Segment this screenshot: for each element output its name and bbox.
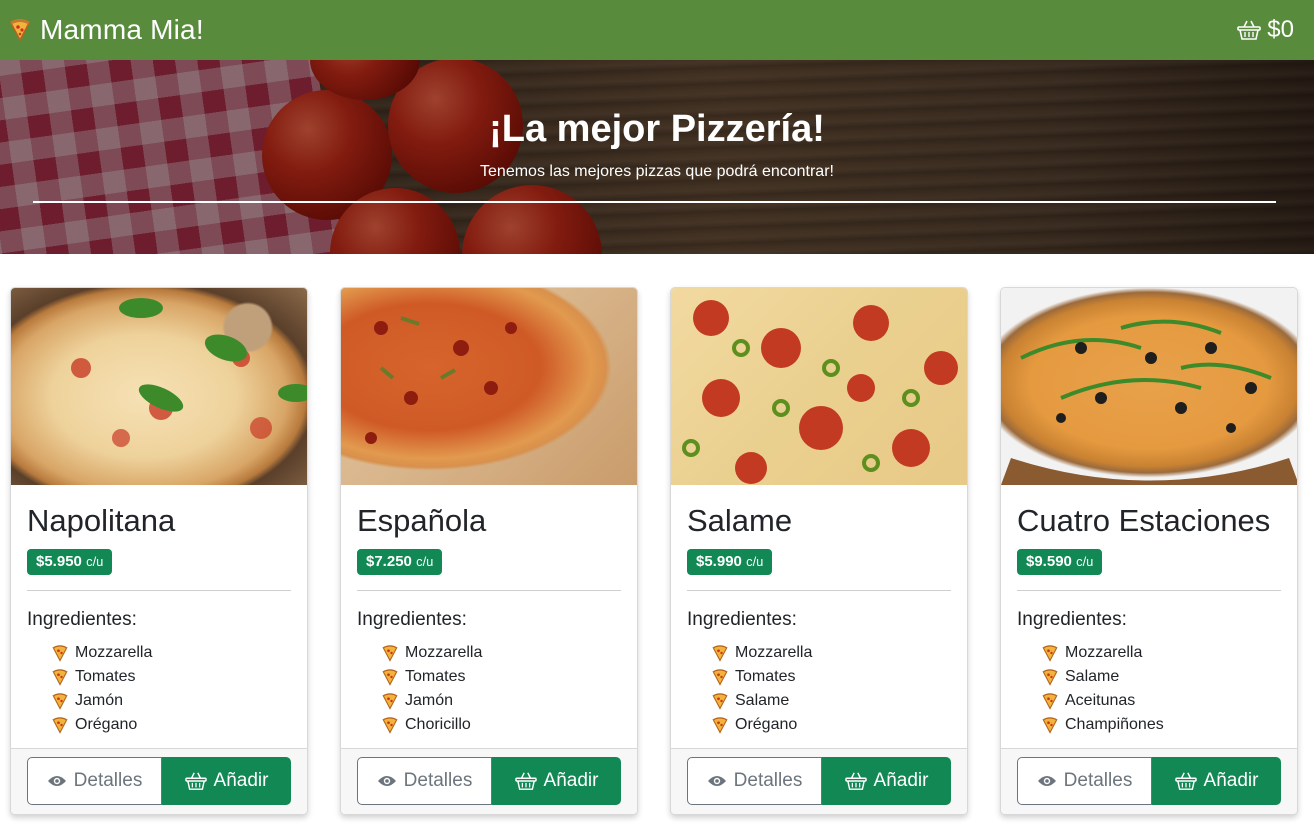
pizza-image	[11, 288, 307, 485]
ingredients-list: Mozzarella Salame Aceitunas Champiñones	[1017, 641, 1281, 737]
eye-icon	[1037, 776, 1056, 786]
card-divider	[27, 590, 291, 591]
pizza-slice-icon	[1042, 693, 1058, 710]
details-button[interactable]: Detalles	[687, 757, 822, 805]
price-badge: $5.990 c/u	[687, 549, 773, 575]
card-footer: Detalles Añadir	[671, 748, 967, 814]
eye-icon	[707, 776, 726, 786]
pizza-slice-icon	[712, 645, 728, 662]
ingredient-item: Choricillo	[381, 713, 621, 737]
pizza-slice-icon	[712, 669, 728, 686]
pizza-slice-icon	[1042, 669, 1058, 686]
ingredient-item: Champiñones	[1041, 713, 1281, 737]
pizza-slice-icon	[382, 693, 398, 710]
ingredient-item: Mozzarella	[1041, 641, 1281, 665]
pizza-slice-icon	[712, 717, 728, 734]
cart-total: $0	[1267, 16, 1294, 43]
ingredient-item: Mozzarella	[51, 641, 291, 665]
hero-divider	[33, 201, 1276, 203]
cart-button[interactable]: $0	[1237, 16, 1294, 44]
basket-icon	[844, 772, 867, 790]
brand-link[interactable]: Mamma Mia!	[8, 14, 204, 46]
pizza-slice-icon	[52, 693, 68, 710]
hero-title: ¡La mejor Pizzería!	[489, 108, 825, 150]
ingredient-item: Tomates	[381, 665, 621, 689]
basket-icon	[1237, 20, 1262, 40]
ingredients-list: Mozzarella Tomates Jamón Orégano	[27, 641, 291, 737]
pizza-grid: Napolitana $5.950 c/u Ingredientes: Mozz…	[10, 287, 1298, 815]
pizza-card: Española $7.250 c/u Ingredientes: Mozzar…	[340, 287, 638, 815]
basket-icon	[514, 772, 537, 790]
navbar: Mamma Mia! $0	[0, 0, 1314, 60]
ingredient-item: Tomates	[711, 665, 951, 689]
pizza-card: Napolitana $5.950 c/u Ingredientes: Mozz…	[10, 287, 308, 815]
pizza-image	[341, 288, 637, 485]
pizza-slice-icon	[9, 19, 31, 42]
add-to-cart-button[interactable]: Añadir	[162, 757, 291, 805]
ingredient-item: Jamón	[51, 689, 291, 713]
pizza-name: Cuatro Estaciones	[1017, 503, 1271, 538]
pizza-image	[671, 288, 967, 485]
ingredient-item: Orégano	[51, 713, 291, 737]
pizza-card: Cuatro Estaciones $9.590 c/u Ingrediente…	[1000, 287, 1298, 815]
basket-icon	[1174, 772, 1197, 790]
pizza-slice-icon	[382, 717, 398, 734]
add-to-cart-button[interactable]: Añadir	[822, 757, 951, 805]
card-divider	[1017, 590, 1281, 591]
card-divider	[687, 590, 951, 591]
pizza-name: Napolitana	[27, 503, 176, 538]
pizza-slice-icon	[52, 717, 68, 734]
hero-subtitle: Tenemos las mejores pizzas que podrá enc…	[480, 163, 834, 180]
pizza-slice-icon	[382, 669, 398, 686]
pizza-image	[1001, 288, 1297, 485]
basket-icon	[184, 772, 207, 790]
price-badge: $5.950 c/u	[27, 549, 113, 575]
details-button[interactable]: Detalles	[357, 757, 492, 805]
ingredients-heading: Ingredientes:	[27, 609, 137, 630]
ingredient-item: Tomates	[51, 665, 291, 689]
pizza-slice-icon	[1042, 717, 1058, 734]
brand-title: Mamma Mia!	[40, 14, 204, 45]
pizza-card: Salame $5.990 c/u Ingredientes: Mozzarel…	[670, 287, 968, 815]
ingredient-item: Salame	[1041, 665, 1281, 689]
ingredient-item: Mozzarella	[711, 641, 951, 665]
price-badge: $7.250 c/u	[357, 549, 443, 575]
pizza-name: Salame	[687, 503, 793, 538]
card-footer: Detalles Añadir	[341, 748, 637, 814]
ingredient-item: Mozzarella	[381, 641, 621, 665]
ingredient-item: Jamón	[381, 689, 621, 713]
details-button[interactable]: Detalles	[27, 757, 162, 805]
pizza-slice-icon	[52, 669, 68, 686]
ingredients-list: Mozzarella Tomates Jamón Choricillo	[357, 641, 621, 737]
ingredients-heading: Ingredientes:	[687, 609, 797, 630]
add-to-cart-button[interactable]: Añadir	[1152, 757, 1281, 805]
price-badge: $9.590 c/u	[1017, 549, 1103, 575]
ingredient-item: Aceitunas	[1041, 689, 1281, 713]
pizza-slice-icon	[52, 645, 68, 662]
pizza-slice-icon	[1042, 645, 1058, 662]
pizza-name: Española	[357, 503, 487, 538]
eye-icon	[47, 776, 66, 786]
ingredients-heading: Ingredientes:	[357, 609, 467, 630]
ingredients-heading: Ingredientes:	[1017, 609, 1127, 630]
card-divider	[357, 590, 621, 591]
add-to-cart-button[interactable]: Añadir	[492, 757, 621, 805]
pizza-slice-icon	[712, 693, 728, 710]
card-footer: Detalles Añadir	[1001, 748, 1297, 814]
eye-icon	[377, 776, 396, 786]
ingredient-item: Orégano	[711, 713, 951, 737]
ingredient-item: Salame	[711, 689, 951, 713]
pizza-slice-icon	[382, 645, 398, 662]
card-footer: Detalles Añadir	[11, 748, 307, 814]
details-button[interactable]: Detalles	[1017, 757, 1152, 805]
ingredients-list: Mozzarella Tomates Salame Orégano	[687, 641, 951, 737]
hero-banner: ¡La mejor Pizzería! Tenemos las mejores …	[0, 60, 1314, 254]
